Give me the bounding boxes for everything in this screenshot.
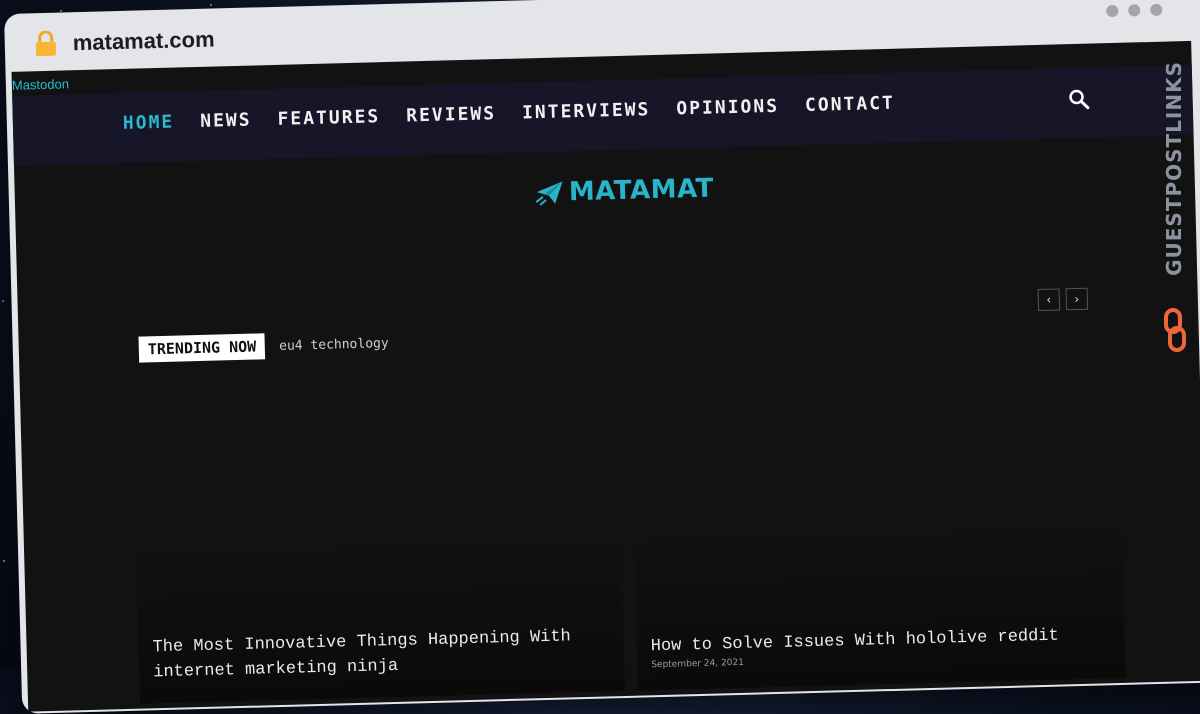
browser-window: matamat.com Mastodon HOME NEWS FEATURES …: [4, 0, 1200, 714]
lock-icon: [35, 30, 57, 57]
trending-bar: TRENDING NOW eu4 technology: [138, 330, 389, 363]
side-watermark: GUESTPOSTLINKS: [1158, 56, 1192, 356]
trending-badge: TRENDING NOW: [138, 333, 266, 363]
mastodon-link[interactable]: Mastodon: [12, 76, 69, 92]
article-date: September 24, 2021: [651, 657, 745, 671]
nav-contact[interactable]: CONTACT: [805, 93, 895, 116]
main-nav: HOME NEWS FEATURES REVIEWS INTERVIEWS OP…: [123, 93, 896, 134]
article-card[interactable]: How to Solve Issues With hololive reddit…: [633, 497, 1126, 691]
page-viewport: Mastodon HOME NEWS FEATURES REVIEWS INTE…: [11, 40, 1200, 712]
logo-text: MATAMAT: [568, 173, 715, 208]
nav-news[interactable]: NEWS: [200, 110, 252, 132]
url-text[interactable]: matamat.com: [72, 27, 214, 57]
article-title[interactable]: The Most Innovative Things Happening Wit…: [152, 623, 613, 685]
slider-prev-button[interactable]: ‹: [1037, 288, 1061, 312]
trending-headline[interactable]: eu4 technology: [279, 336, 389, 354]
search-icon[interactable]: [1067, 88, 1090, 111]
chain-link-icon: [1164, 308, 1186, 352]
nav-home[interactable]: HOME: [123, 112, 175, 134]
nav-interviews[interactable]: INTERVIEWS: [522, 99, 651, 123]
article-card[interactable]: The Most Innovative Things Happening Wit…: [135, 511, 625, 704]
slider-controls: ‹ ›: [1037, 287, 1089, 312]
main-navbar: HOME NEWS FEATURES REVIEWS INTERVIEWS OP…: [12, 64, 1194, 166]
nav-opinions[interactable]: OPINIONS: [676, 96, 779, 120]
nav-features[interactable]: FEATURES: [277, 106, 380, 130]
site-logo[interactable]: MATAMAT: [534, 173, 714, 208]
window-controls: [1106, 3, 1163, 18]
window-dot[interactable]: [1150, 3, 1163, 16]
slider-next-button[interactable]: ›: [1065, 287, 1089, 311]
window-dot[interactable]: [1106, 4, 1119, 18]
side-watermark-text: GUESTPOSTLINKS: [1162, 61, 1186, 276]
article-title[interactable]: How to Solve Issues With hololive reddit: [650, 622, 1110, 659]
nav-reviews[interactable]: REVIEWS: [406, 103, 496, 126]
paper-plane-icon: [535, 181, 563, 206]
window-dot[interactable]: [1128, 4, 1141, 17]
